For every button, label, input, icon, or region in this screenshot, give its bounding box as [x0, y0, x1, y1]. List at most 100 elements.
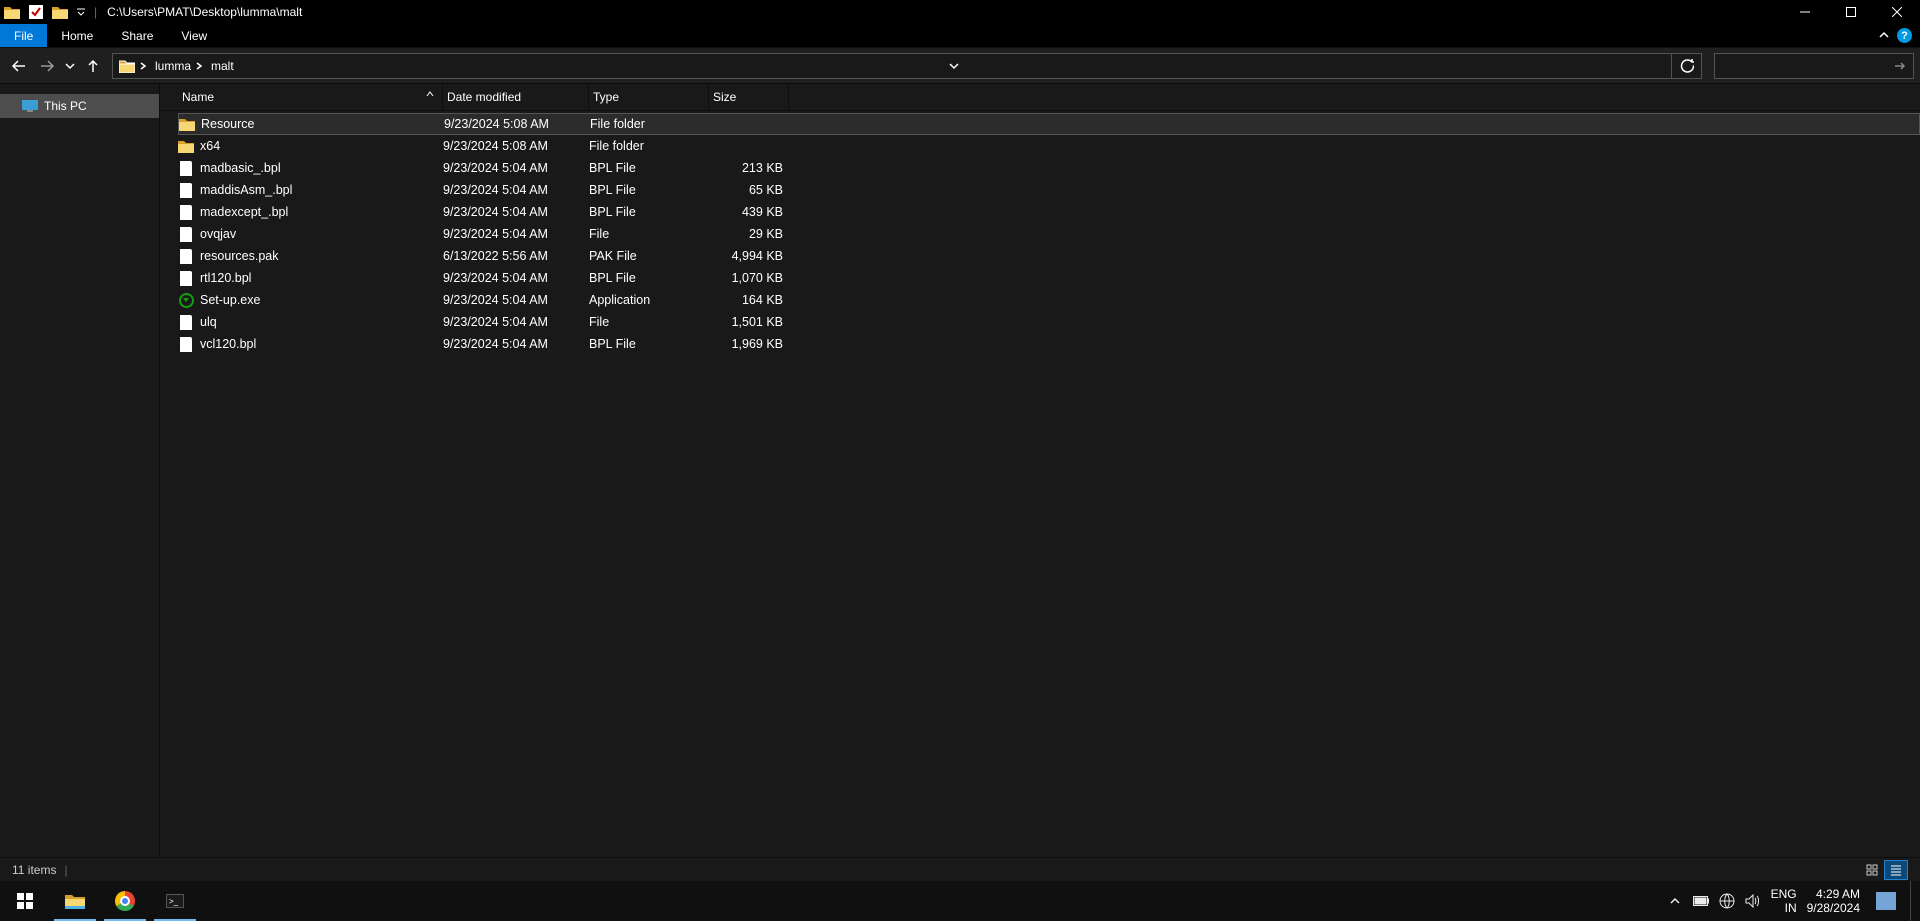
file-row[interactable]: Set-up.exe9/23/2024 5:04 AMApplication16…: [178, 289, 1920, 311]
tray-overflow-icon[interactable]: [1667, 893, 1683, 909]
chrome-icon: [115, 891, 135, 911]
status-bar: 11 items |: [0, 857, 1920, 881]
folder-icon: [179, 116, 195, 132]
file-row[interactable]: ovqjav9/23/2024 5:04 AMFile29 KB: [178, 223, 1920, 245]
file-row[interactable]: rtl120.bpl9/23/2024 5:04 AMBPL File1,070…: [178, 267, 1920, 289]
file-name: Resource: [201, 117, 255, 131]
column-name[interactable]: Name: [178, 84, 443, 110]
nav-forward-button[interactable]: [34, 52, 60, 80]
column-size[interactable]: Size: [709, 84, 789, 110]
refresh-button[interactable]: [1671, 54, 1701, 78]
column-type[interactable]: Type: [589, 84, 709, 110]
nav-up-button[interactable]: [80, 52, 106, 80]
sidebar-item-label: This PC: [44, 99, 87, 113]
search-icon[interactable]: [1887, 59, 1913, 73]
ribbon-tabs: File Home Share View ?: [0, 24, 1920, 48]
taskbar-explorer[interactable]: [50, 881, 100, 921]
folder-icon: [65, 893, 85, 909]
column-headers: Name Date modified Type Size: [160, 84, 1920, 111]
clock[interactable]: 4:29 AM 9/28/2024: [1807, 887, 1860, 915]
file-date: 9/23/2024 5:04 AM: [443, 293, 589, 307]
lang-secondary: IN: [1771, 901, 1797, 915]
help-icon[interactable]: ?: [1897, 28, 1912, 43]
search-box[interactable]: [1714, 53, 1914, 79]
file-size: 29 KB: [709, 227, 789, 241]
close-button[interactable]: [1874, 0, 1920, 24]
show-desktop-button[interactable]: [1910, 881, 1916, 921]
file-size: 439 KB: [709, 205, 789, 219]
properties-check-icon[interactable]: [28, 4, 44, 20]
taskbar-chrome[interactable]: [100, 881, 150, 921]
terminal-icon: >_: [166, 894, 184, 908]
column-date[interactable]: Date modified: [443, 84, 589, 110]
breadcrumb-item[interactable]: malt: [207, 54, 238, 78]
view-large-icons-button[interactable]: [1860, 860, 1884, 880]
nav-back-button[interactable]: [6, 52, 32, 80]
file-row[interactable]: maddisAsm_.bpl9/23/2024 5:04 AMBPL File6…: [178, 179, 1920, 201]
file-size: 1,501 KB: [709, 315, 789, 329]
battery-icon[interactable]: [1693, 893, 1709, 909]
file-type: PAK File: [589, 249, 709, 263]
file-row[interactable]: Resource9/23/2024 5:08 AMFile folder: [178, 113, 1920, 135]
address-bar[interactable]: lumma malt: [112, 53, 1702, 79]
file-row[interactable]: madbasic_.bpl9/23/2024 5:04 AMBPL File21…: [178, 157, 1920, 179]
tab-home[interactable]: Home: [47, 24, 107, 47]
file-icon: [178, 182, 194, 198]
file-date: 9/23/2024 5:04 AM: [443, 271, 589, 285]
file-name: ovqjav: [200, 227, 236, 241]
volume-icon[interactable]: [1745, 893, 1761, 909]
file-name: Set-up.exe: [200, 293, 260, 307]
breadcrumb-root-icon[interactable]: [113, 54, 151, 78]
file-size: 213 KB: [709, 161, 789, 175]
qat-dropdown-icon[interactable]: [76, 4, 86, 20]
start-button[interactable]: [0, 881, 50, 921]
folder-icon: [4, 4, 20, 20]
file-type: File folder: [589, 139, 709, 153]
title-bar: | C:\Users\PMAT\Desktop\lumma\malt: [0, 0, 1920, 24]
file-rows[interactable]: Resource9/23/2024 5:08 AMFile folderx649…: [160, 111, 1920, 857]
file-name: maddisAsm_.bpl: [200, 183, 292, 197]
tab-file[interactable]: File: [0, 24, 47, 47]
file-icon: [178, 226, 194, 242]
file-type: BPL File: [589, 337, 709, 351]
breadcrumb-label: lumma: [155, 59, 191, 73]
input-language[interactable]: ENG IN: [1771, 887, 1797, 915]
file-size: 1,070 KB: [709, 271, 789, 285]
file-icon: [178, 248, 194, 264]
navigation-pane[interactable]: This PC: [0, 84, 160, 857]
nav-recent-button[interactable]: [62, 52, 78, 80]
file-row[interactable]: resources.pak6/13/2022 5:56 AMPAK File4,…: [178, 245, 1920, 267]
sidebar-item-this-pc[interactable]: This PC: [0, 94, 159, 118]
file-date: 9/23/2024 5:04 AM: [443, 227, 589, 241]
file-size: 164 KB: [709, 293, 789, 307]
tab-share[interactable]: Share: [107, 24, 167, 47]
file-type: BPL File: [589, 161, 709, 175]
action-center-icon[interactable]: [1876, 892, 1896, 910]
file-row[interactable]: madexcept_.bpl9/23/2024 5:04 AMBPL File4…: [178, 201, 1920, 223]
file-row[interactable]: vcl120.bpl9/23/2024 5:04 AMBPL File1,969…: [178, 333, 1920, 355]
file-row[interactable]: ulq9/23/2024 5:04 AMFile1,501 KB: [178, 311, 1920, 333]
file-name: ulq: [200, 315, 217, 329]
file-icon: [178, 270, 194, 286]
breadcrumb-item[interactable]: lumma: [151, 54, 207, 78]
file-date: 9/23/2024 5:04 AM: [443, 205, 589, 219]
file-size: 4,994 KB: [709, 249, 789, 263]
address-history-button[interactable]: [941, 54, 967, 78]
file-list: Name Date modified Type Size Resource9/2…: [160, 84, 1920, 857]
ribbon-collapse-icon[interactable]: [1877, 29, 1891, 43]
file-name: vcl120.bpl: [200, 337, 256, 351]
minimize-button[interactable]: [1782, 0, 1828, 24]
file-name: x64: [200, 139, 220, 153]
file-icon: [178, 160, 194, 176]
search-input[interactable]: [1715, 59, 1887, 73]
view-details-button[interactable]: [1884, 860, 1908, 880]
tab-view[interactable]: View: [167, 24, 221, 47]
file-type: BPL File: [589, 183, 709, 197]
file-date: 9/23/2024 5:04 AM: [443, 315, 589, 329]
file-row[interactable]: x649/23/2024 5:08 AMFile folder: [178, 135, 1920, 157]
network-icon[interactable]: [1719, 893, 1735, 909]
maximize-button[interactable]: [1828, 0, 1874, 24]
file-name: madbasic_.bpl: [200, 161, 281, 175]
file-name: rtl120.bpl: [200, 271, 251, 285]
taskbar-terminal[interactable]: >_: [150, 881, 200, 921]
